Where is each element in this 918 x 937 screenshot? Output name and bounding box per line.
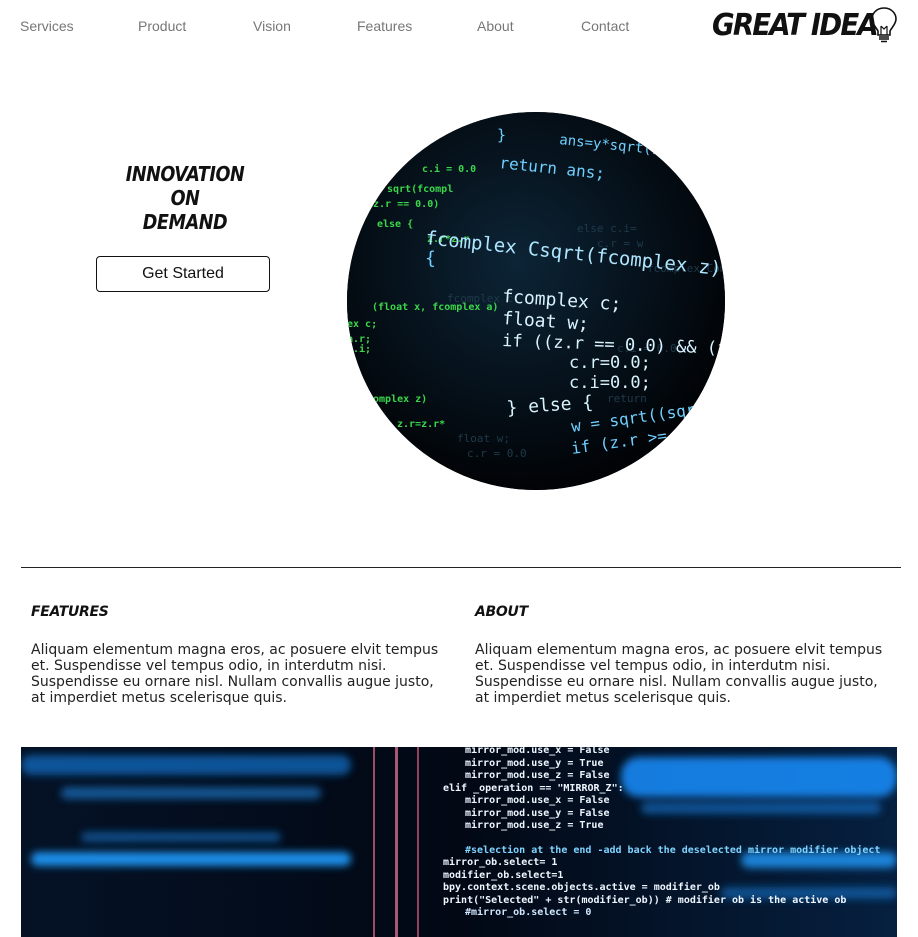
section-divider: [21, 567, 901, 568]
hero-title: INNOVATION ON DEMAND: [100, 162, 270, 234]
svg-text:sqrt(fcompl: sqrt(fcompl: [387, 184, 453, 195]
svg-text:mirror_mod.use_y = False: mirror_mod.use_y = False: [465, 807, 610, 819]
code-image-art: else c.i= c.r = w fcomplex Comp fcomplex…: [347, 112, 725, 490]
svg-text:#mirror_ob.select = 0: #mirror_ob.select = 0: [465, 906, 591, 918]
hero-title-line: ON: [170, 186, 200, 210]
svg-text:return: return: [607, 392, 647, 405]
top-navigation: Services Product Vision Features About C…: [0, 0, 918, 52]
svg-text:c.r=0.0;: c.r=0.0;: [569, 353, 651, 373]
hero-title-line: INNOVATION: [125, 162, 245, 186]
svg-text:mirror_mod.use_x = False: mirror_mod.use_x = False: [465, 794, 610, 806]
svg-text:c.r = 0.0: c.r = 0.0: [467, 447, 527, 460]
about-heading: ABOUT: [475, 604, 528, 620]
nav-link-contact[interactable]: Contact: [581, 18, 629, 34]
code-banner-image: mirror_mod.use_x = False mirror_mod.use_…: [21, 747, 897, 937]
svg-text:c.i=0.0;: c.i=0.0;: [569, 373, 651, 393]
svg-text:(z.r == 0.0): (z.r == 0.0): [367, 199, 439, 210]
svg-text:mirror_ob.select= 1: mirror_ob.select= 1: [443, 856, 557, 868]
nav-link-services[interactable]: Services: [20, 18, 74, 34]
svg-text:mirror_mod.use_z = True: mirror_mod.use_z = True: [465, 819, 603, 831]
svg-text:z.r=z.r*: z.r=z.r*: [397, 419, 445, 430]
svg-text:modifier_ob.select=1: modifier_ob.select=1: [443, 869, 563, 881]
about-body: Aliquam elementum magna eros, ac posuere…: [475, 642, 883, 706]
svg-text:(float x, fcomplex a): (float x, fcomplex a): [372, 302, 498, 313]
svg-text:complex z): complex z): [367, 394, 427, 405]
svg-text:else {: else {: [377, 219, 413, 230]
svg-text:print("Selected" + str(modifie: print("Selected" + str(modifier_ob)) # m…: [443, 894, 846, 906]
svg-text:float w;: float w;: [457, 432, 510, 445]
nav-link-vision[interactable]: Vision: [253, 18, 291, 34]
banner-art: mirror_mod.use_x = False mirror_mod.use_…: [21, 747, 897, 937]
lightbulb-icon: [871, 7, 897, 43]
svg-text:#selection at the end -add bac: #selection at the end -add back the dese…: [465, 844, 880, 856]
nav-link-product[interactable]: Product: [138, 18, 186, 34]
svg-text:{: {: [425, 248, 436, 269]
logo[interactable]: GREAT IDEA: [712, 6, 897, 46]
svg-text:else c.i=: else c.i=: [577, 222, 637, 235]
nav-link-features[interactable]: Features: [357, 18, 412, 34]
svg-text:}: }: [497, 126, 506, 144]
features-heading: FEATURES: [31, 604, 109, 620]
svg-text:mirror_mod.use_y = True: mirror_mod.use_y = True: [465, 757, 603, 769]
svg-text:mirror_mod.use_x = False: mirror_mod.use_x = False: [465, 747, 610, 756]
logo-text: GREAT IDEA: [712, 8, 879, 43]
features-section: FEATURES Aliquam elementum magna eros, a…: [31, 604, 451, 706]
hero-code-image: else c.i= c.r = w fcomplex Comp fcomplex…: [347, 112, 725, 490]
get-started-button[interactable]: Get Started: [96, 256, 270, 292]
svg-text:ex c;: ex c;: [347, 319, 377, 330]
svg-text:a.i;: a.i;: [347, 343, 371, 355]
features-body: Aliquam elementum magna eros, ac posuere…: [31, 642, 439, 706]
svg-text:c.i = 0.0: c.i = 0.0: [422, 163, 476, 175]
about-section: ABOUT Aliquam elementum magna eros, ac p…: [475, 604, 895, 706]
nav-link-about[interactable]: About: [477, 18, 514, 34]
svg-text:bpy.context.scene.objects.acti: bpy.context.scene.objects.active = modif…: [443, 881, 720, 893]
hero-title-line: DEMAND: [142, 210, 228, 234]
svg-text:elif _operation == "MIRROR_Z":: elif _operation == "MIRROR_Z":: [443, 782, 624, 794]
svg-text:mirror_mod.use_z = False: mirror_mod.use_z = False: [465, 769, 610, 781]
